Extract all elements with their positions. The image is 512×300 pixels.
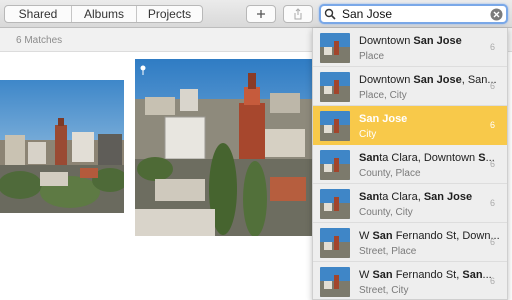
result-subtitle: Place	[359, 51, 385, 62]
result-count: 6	[489, 81, 495, 91]
result-thumbnail	[320, 189, 350, 219]
result-title: Downtown San Jose, San...	[359, 74, 497, 86]
clear-circle-icon[interactable]	[490, 8, 503, 26]
result-thumbnail	[320, 228, 350, 258]
tab-albums[interactable]: Albums	[72, 6, 137, 22]
toolbar: Shared Albums Projects	[0, 0, 512, 28]
search-result-item[interactable]: W San Fernando St, San... Street, City 6	[313, 262, 507, 299]
search-result-item[interactable]: Santa Clara, San Jose County, City 6	[313, 184, 507, 223]
result-title: San Jose	[359, 113, 408, 125]
result-subtitle: Place, City	[359, 90, 407, 101]
result-thumbnail	[320, 72, 350, 102]
result-count: 6	[489, 120, 495, 130]
tab-projects[interactable]: Projects	[137, 6, 202, 22]
plus-icon	[257, 10, 265, 18]
search-result-item-selected[interactable]: San Jose City 6	[313, 106, 507, 145]
tab-shared[interactable]: Shared	[5, 6, 72, 22]
search-results-dropdown: Downtown San Jose Place 6 Downtown San J…	[312, 28, 508, 300]
matches-count: 6 Matches	[16, 35, 63, 46]
result-count: 6	[489, 198, 495, 208]
result-subtitle: County, City	[359, 207, 413, 218]
result-title: Santa Clara, San Jose	[359, 191, 473, 203]
result-count: 6	[489, 42, 495, 52]
result-thumbnail	[320, 33, 350, 63]
result-thumbnail	[320, 150, 350, 180]
location-pin-icon	[140, 62, 146, 75]
search-result-item[interactable]: Downtown San Jose Place 6	[313, 28, 507, 67]
result-count: 6	[489, 159, 495, 169]
magnifier-icon	[324, 8, 340, 20]
search-result-item[interactable]: Santa Clara, Downtown S... County, Place…	[313, 145, 507, 184]
view-segmented-control: Shared Albums Projects	[4, 5, 203, 23]
result-subtitle: City	[359, 129, 377, 140]
result-count: 6	[489, 237, 495, 247]
share-button[interactable]	[283, 5, 313, 23]
result-subtitle: County, Place	[359, 168, 421, 179]
search-input[interactable]	[342, 7, 492, 21]
result-title: W San Fernando St, San...	[359, 269, 492, 281]
photo-thumbnail[interactable]	[135, 59, 313, 236]
result-thumbnail	[320, 111, 350, 141]
search-result-item[interactable]: Downtown San Jose, San... Place, City 6	[313, 67, 507, 106]
add-button[interactable]	[246, 5, 276, 23]
result-title: Downtown San Jose	[359, 35, 462, 47]
result-subtitle: Street, City	[359, 285, 409, 296]
result-subtitle: Street, Place	[359, 246, 417, 257]
search-result-item[interactable]: W San Fernando St, Down... Street, Place…	[313, 223, 507, 262]
result-title: Santa Clara, Downtown S...	[359, 152, 495, 164]
photo-thumbnail[interactable]	[0, 80, 124, 213]
result-thumbnail	[320, 267, 350, 297]
share-icon	[294, 8, 302, 20]
result-title: W San Fernando St, Down...	[359, 230, 500, 242]
search-field[interactable]	[319, 4, 508, 24]
result-count: 6	[489, 276, 495, 286]
